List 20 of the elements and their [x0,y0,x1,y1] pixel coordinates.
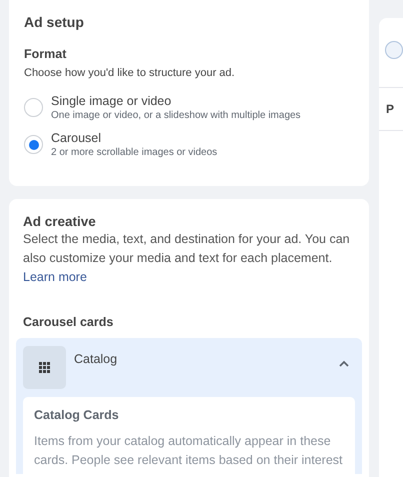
option-label: Single image or video [51,94,172,108]
option-label: Carousel [51,131,102,145]
format-description: Choose how you'd like to structure your ad. [24,67,236,79]
learn-more-link[interactable]: Learn more [23,268,87,287]
circle-icon [385,41,403,59]
radio-button[interactable] [24,135,43,154]
panel-text: Items from your catalog automatically appear in these cards. People see relevant items based on their interest [34,433,344,469]
panel-title: Catalog Cards [34,408,120,422]
section-title: Ad creative [23,214,97,229]
carousel-cards-label: Carousel cards [23,315,114,329]
format-label: Format [24,47,68,61]
grid-icon [39,362,50,373]
option-description: One image or video, or a slideshow with multiple images [51,110,301,121]
section-title: Ad setup [24,14,85,30]
option-description: 2 or more scrollable images or videos [51,147,218,158]
radio-button[interactable] [24,98,43,117]
chevron-icon[interactable] [339,360,349,367]
section-description: Select the media, text, and destination for your ad. You can also customize your media and text for each placement. [23,231,351,267]
side-panel-label: P [386,102,394,116]
catalog-label: Catalog [74,352,118,366]
